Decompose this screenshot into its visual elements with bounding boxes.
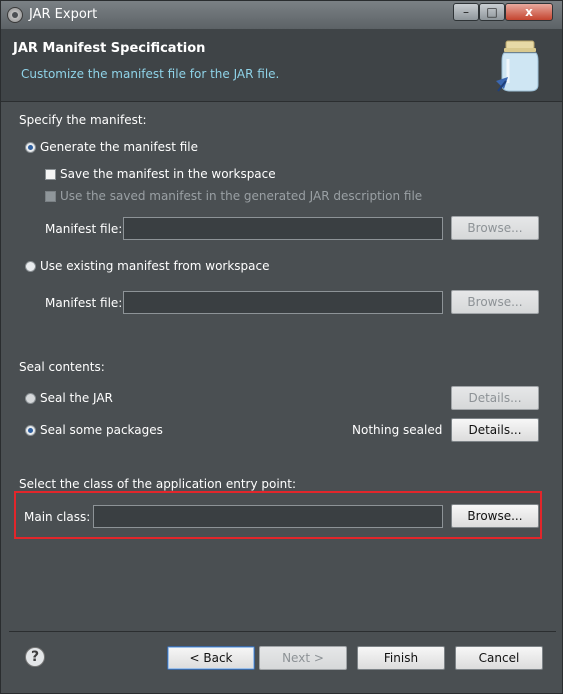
seal-jar-radio[interactable] <box>25 393 36 404</box>
manifest-file-input[interactable] <box>123 217 443 240</box>
generate-manifest-label[interactable]: Generate the manifest file <box>40 140 198 154</box>
close-button[interactable]: x <box>505 3 553 21</box>
seal-packages-radio[interactable] <box>25 425 36 436</box>
nothing-sealed-status: Nothing sealed <box>352 423 443 437</box>
existing-manifest-browse-button[interactable]: Browse... <box>451 290 539 314</box>
main-class-browse-button[interactable]: Browse... <box>451 504 539 528</box>
maximize-button[interactable]: □ <box>479 3 505 21</box>
save-manifest-label[interactable]: Save the manifest in the workspace <box>60 167 276 181</box>
use-saved-manifest-checkbox[interactable] <box>45 191 56 202</box>
help-icon[interactable]: ? <box>25 647 45 667</box>
use-saved-manifest-label: Use the saved manifest in the generated … <box>60 189 423 203</box>
use-existing-manifest-label[interactable]: Use existing manifest from workspace <box>40 259 270 273</box>
seal-packages-details-button[interactable]: Details... <box>451 418 539 442</box>
footer-divider <box>9 631 556 632</box>
generate-manifest-radio[interactable] <box>25 142 36 153</box>
page-title: JAR Manifest Specification <box>13 41 206 56</box>
wizard-header: JAR Manifest Specification Customize the… <box>1 29 562 101</box>
next-button[interactable]: Next > <box>259 646 347 670</box>
header-divider <box>1 101 562 102</box>
minimize-button[interactable]: – <box>453 3 479 21</box>
cancel-button[interactable]: Cancel <box>455 646 543 670</box>
back-button[interactable]: < Back <box>167 646 255 670</box>
existing-manifest-file-label: Manifest file: <box>45 296 123 310</box>
jar-icon <box>496 39 542 95</box>
finish-button[interactable]: Finish <box>357 646 445 670</box>
entry-point-label: Select the class of the application entr… <box>19 477 297 491</box>
main-class-label: Main class: <box>24 510 91 524</box>
seal-contents-label: Seal contents: <box>19 360 105 374</box>
existing-manifest-file-input[interactable] <box>123 291 443 314</box>
page-description: Customize the manifest file for the JAR … <box>21 67 280 81</box>
seal-jar-details-button[interactable]: Details... <box>451 386 539 410</box>
manifest-browse-button[interactable]: Browse... <box>451 216 539 240</box>
use-existing-manifest-radio[interactable] <box>25 261 36 272</box>
manifest-file-label: Manifest file: <box>45 222 123 236</box>
save-manifest-checkbox[interactable] <box>45 169 56 180</box>
window-title: JAR Export <box>29 7 98 22</box>
seal-jar-label[interactable]: Seal the JAR <box>40 391 113 405</box>
title-bar[interactable]: JAR Export – □ x <box>1 1 562 29</box>
eclipse-app-icon <box>7 7 23 23</box>
seal-packages-label[interactable]: Seal some packages <box>40 423 163 437</box>
jar-export-dialog: JAR Export – □ x JAR Manifest Specificat… <box>0 0 563 694</box>
specify-manifest-label: Specify the manifest: <box>19 113 147 127</box>
main-class-input[interactable] <box>93 505 443 528</box>
